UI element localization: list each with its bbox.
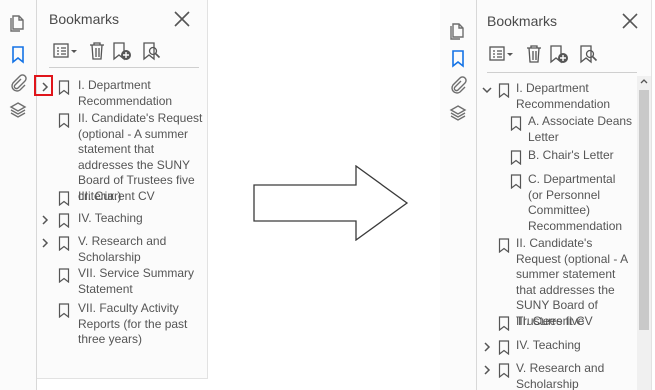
paperclip-icon[interactable] [8,73,28,93]
delete-icon[interactable] [87,40,107,62]
bookmark-label: VII. Faculty Activity Reports (for the p… [78,301,188,346]
panel-title: Bookmarks [49,11,120,27]
bookmark-item-icon [498,83,510,98]
toolbar-divider [487,72,637,73]
bookmark-item-icon [498,238,510,253]
bookmark-label: A. Associate Deans Letter [528,114,633,144]
chevron-down-icon[interactable] [482,84,492,96]
bookmark-item-icon [58,191,70,206]
layers-icon[interactable] [448,103,468,123]
bookmark-item-icon [498,363,510,378]
bookmark-label: B. Chair's Letter [528,148,614,162]
options-menu-icon[interactable] [53,40,79,62]
pages-icon[interactable] [448,20,468,40]
bookmark-item-icon [510,174,522,189]
bookmark-search-icon[interactable] [578,43,600,65]
chevron-right-icon[interactable] [482,341,492,353]
bookmark-item-icon [498,340,510,355]
pages-icon[interactable] [8,12,28,32]
bookmark-item-icon [58,303,70,318]
bookmark-label: IV. Teaching [78,211,143,225]
scroll-thumb[interactable] [639,90,649,330]
bookmark-label: III. Current CV [78,189,155,203]
bookmark-item-icon [510,116,522,131]
bookmark-label: C. Departmental (or Personnel Committee)… [528,172,623,233]
chevron-right-icon[interactable] [40,214,50,226]
bookmark-icon[interactable] [448,48,468,68]
scrollbar[interactable] [637,76,651,390]
bookmark-search-icon[interactable] [141,40,163,62]
layers-icon[interactable] [8,100,28,120]
left-side-icon-strip [0,0,37,390]
new-bookmark-icon[interactable] [548,43,570,65]
bookmark-item-icon [58,268,70,283]
close-icon[interactable] [171,8,193,30]
right-bookmarks-panel: Bookmarks I. Department Recommendation A… [477,0,652,390]
bookmark-item-icon [510,150,522,165]
bookmark-item-icon [58,213,70,228]
bookmark-label: I. Department Recommendation [78,78,173,108]
bookmark-item-icon [58,113,70,128]
left-bookmarks-panel: Bookmarks I. Department Recommendation I… [37,0,208,379]
bookmark-label: V. Research and Scholarship [516,361,605,390]
bookmark-item-icon [58,80,70,95]
right-side-icon-strip [440,0,477,390]
bookmark-label: III. Current CV [516,314,593,328]
paperclip-icon[interactable] [448,75,468,95]
chevron-right-icon[interactable] [40,237,50,249]
bookmark-item-icon [58,236,70,251]
bookmark-label: I. Department Recommendation [516,81,611,111]
options-menu-icon[interactable] [489,43,515,65]
new-bookmark-icon[interactable] [111,40,133,62]
highlight-box [34,75,53,96]
panel-title: Bookmarks [487,13,558,29]
bookmark-label: IV. Teaching [516,338,581,352]
toolbar-divider [49,67,199,68]
delete-icon[interactable] [524,43,544,65]
scroll-up-icon[interactable] [640,78,648,84]
chevron-right-icon[interactable] [482,364,492,376]
bookmark-icon[interactable] [8,44,28,64]
bookmark-label: VII. Service Summary Statement [78,266,195,296]
arrow-right-icon [253,165,409,241]
bookmark-label: V. Research and Scholarship [78,234,167,264]
close-icon[interactable] [619,10,641,32]
bookmark-item-icon [498,316,510,331]
